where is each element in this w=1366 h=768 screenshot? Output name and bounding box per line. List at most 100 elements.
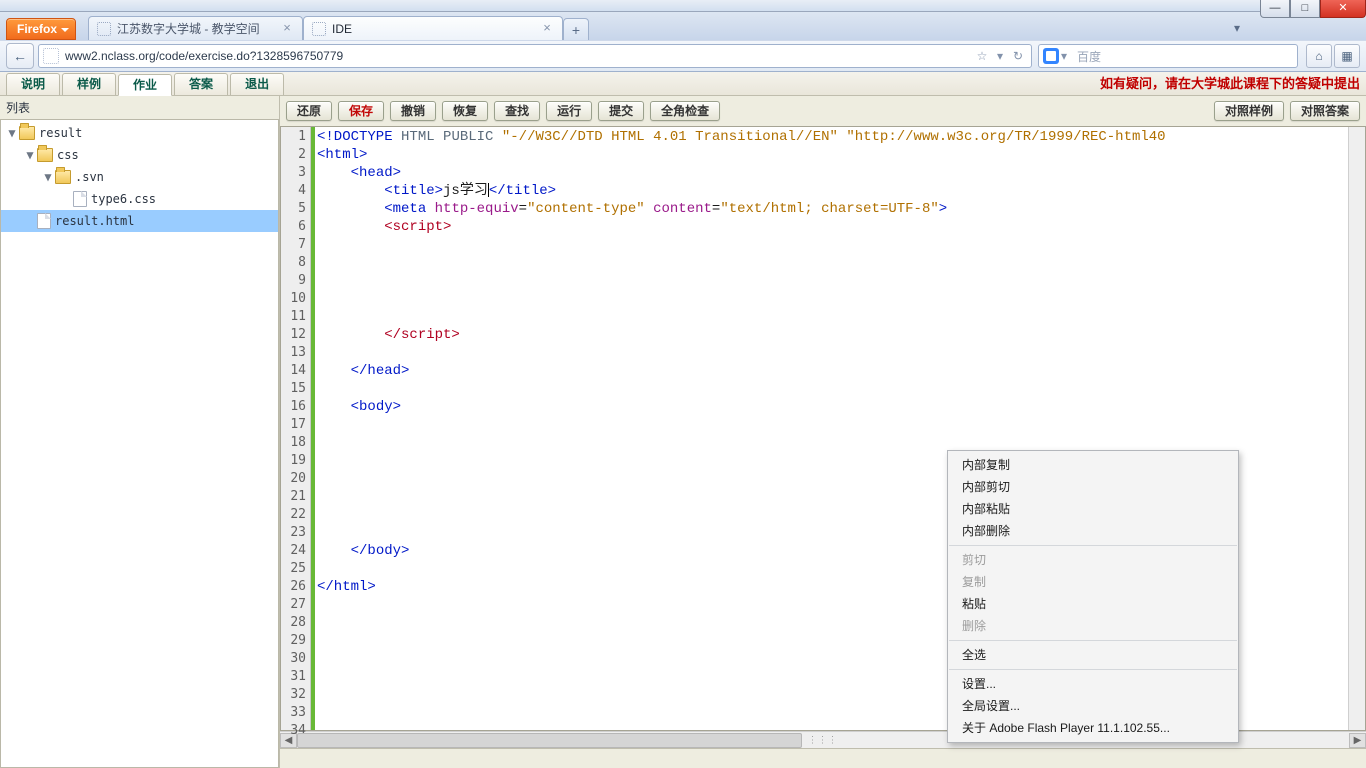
tree-file[interactable]: result.html: [1, 210, 278, 232]
window-minimize-button[interactable]: —: [1260, 0, 1290, 18]
toolbar-button[interactable]: 恢复: [442, 101, 488, 121]
tabs-overflow-button[interactable]: ▾: [1228, 19, 1246, 37]
browser-tab[interactable]: IDE ×: [303, 16, 563, 40]
status-bar: [280, 748, 1366, 768]
code-line[interactable]: </script>: [317, 326, 1348, 344]
toolbar-button[interactable]: 还原: [286, 101, 332, 121]
context-menu-item[interactable]: 内部删除: [948, 520, 1238, 542]
tree-twisty-icon[interactable]: ▼: [7, 126, 17, 140]
file-tree[interactable]: ▼ result ▼ css ▼.svn type6.css result.html: [0, 119, 279, 768]
page-tab[interactable]: 退出: [230, 73, 284, 95]
code-line[interactable]: [317, 416, 1348, 434]
code-line[interactable]: <script>: [317, 218, 1348, 236]
context-menu-item[interactable]: 内部复制: [948, 454, 1238, 476]
folder-icon: [37, 148, 53, 162]
bookmarks-button[interactable]: ▦: [1334, 44, 1360, 68]
search-engine-icon[interactable]: [1043, 48, 1059, 64]
toolbar-button[interactable]: 全角检查: [650, 101, 720, 121]
tree-label: type6.css: [91, 192, 156, 206]
tree-label: css: [57, 148, 79, 162]
code-line[interactable]: [317, 254, 1348, 272]
toolbar-button[interactable]: 提交: [598, 101, 644, 121]
code-line[interactable]: <title>js学习</title>: [317, 182, 1348, 200]
context-menu-item: 删除: [948, 615, 1238, 637]
context-menu-item: 复制: [948, 571, 1238, 593]
code-line[interactable]: <!DOCTYPE HTML PUBLIC "-//W3C//DTD HTML …: [317, 128, 1348, 146]
search-engine-dropdown-icon[interactable]: ▾: [1061, 49, 1073, 63]
search-box[interactable]: ▾ 百度: [1038, 44, 1298, 68]
context-menu-item: 剪切: [948, 549, 1238, 571]
url-dropdown-icon[interactable]: ▾: [991, 49, 1009, 63]
context-menu-item[interactable]: 内部粘贴: [948, 498, 1238, 520]
toolbar-button[interactable]: 保存: [338, 101, 384, 121]
address-bar[interactable]: www2.nclass.org/code/exercise.do?1328596…: [38, 44, 1032, 68]
browser-tab[interactable]: 江苏数字大学城 - 教学空间×: [88, 16, 303, 40]
code-line[interactable]: [317, 380, 1348, 398]
context-menu-item[interactable]: 关于 Adobe Flash Player 11.1.102.55...: [948, 717, 1238, 739]
folder-icon: [19, 126, 35, 140]
tree-label: result: [39, 126, 82, 140]
firefox-menu-button[interactable]: Firefox: [6, 18, 76, 40]
context-menu-item[interactable]: 设置...: [948, 673, 1238, 695]
tab-close-icon[interactable]: ×: [540, 22, 554, 36]
folder-icon: [55, 170, 71, 184]
code-line[interactable]: [317, 272, 1348, 290]
code-line[interactable]: <html>: [317, 146, 1348, 164]
toolbar-button[interactable]: 对照答案: [1290, 101, 1360, 121]
code-line[interactable]: <body>: [317, 398, 1348, 416]
bookmark-star-icon[interactable]: ☆: [973, 49, 991, 63]
code-line[interactable]: [317, 290, 1348, 308]
back-button[interactable]: ←: [6, 43, 34, 69]
tab-title: IDE: [332, 22, 352, 36]
toolbar-button[interactable]: 撤销: [390, 101, 436, 121]
code-line[interactable]: </head>: [317, 362, 1348, 380]
tree-twisty-icon[interactable]: ▼: [43, 170, 53, 184]
editor-gutter: 1234567891011121314151617181920212223242…: [281, 127, 311, 730]
home-button[interactable]: ⌂: [1306, 44, 1332, 68]
tab-close-icon[interactable]: ×: [280, 22, 294, 36]
context-menu-separator: [949, 669, 1237, 670]
editor-vertical-scrollbar[interactable]: [1348, 127, 1365, 730]
code-line[interactable]: <meta http-equiv="content-type" content=…: [317, 200, 1348, 218]
main-panel: 还原保存撤销恢复查找运行提交全角检查 对照样例对照答案 123456789101…: [280, 96, 1366, 768]
toolbar-button[interactable]: 对照样例: [1214, 101, 1284, 121]
tree-folder[interactable]: ▼ result: [1, 122, 278, 144]
scroll-thumb[interactable]: [297, 733, 802, 748]
reload-icon[interactable]: ↻: [1009, 49, 1027, 63]
toolbar-button[interactable]: 运行: [546, 101, 592, 121]
context-menu-item[interactable]: 全选: [948, 644, 1238, 666]
code-line[interactable]: [317, 344, 1348, 362]
page-tab[interactable]: 样例: [62, 73, 116, 95]
context-menu-item[interactable]: 内部剪切: [948, 476, 1238, 498]
tree-folder[interactable]: ▼ css: [1, 144, 278, 166]
file-icon: [37, 213, 51, 229]
os-titlebar: — □ ✕: [0, 0, 1366, 12]
tree-file[interactable]: type6.css: [1, 188, 278, 210]
tree-label: result.html: [55, 214, 134, 228]
page-tab[interactable]: 答案: [174, 73, 228, 95]
window-close-button[interactable]: ✕: [1320, 0, 1366, 18]
page-tab[interactable]: 作业: [118, 74, 172, 96]
workspace: 列表 ▼result▼css▼.svntype6.cssresult.html …: [0, 96, 1366, 768]
window-maximize-button[interactable]: □: [1290, 0, 1320, 18]
code-line[interactable]: [317, 308, 1348, 326]
site-favicon: [43, 48, 59, 64]
code-editor[interactable]: 1234567891011121314151617181920212223242…: [280, 126, 1366, 731]
context-menu-item[interactable]: 粘贴: [948, 593, 1238, 615]
code-line[interactable]: <head>: [317, 164, 1348, 182]
page-tab[interactable]: 说明: [6, 73, 60, 95]
url-text: www2.nclass.org/code/exercise.do?1328596…: [65, 49, 973, 63]
code-line[interactable]: [317, 236, 1348, 254]
sidebar-title: 列表: [0, 96, 279, 119]
toolbar-button[interactable]: 查找: [494, 101, 540, 121]
browser-tabs: 江苏数字大学城 - 教学空间× IDE ×: [88, 16, 563, 40]
context-menu[interactable]: 内部复制内部剪切内部粘贴内部删除剪切复制粘贴删除全选设置...全局设置...关于…: [947, 450, 1239, 743]
context-menu-item[interactable]: 全局设置...: [948, 695, 1238, 717]
tree-twisty-icon[interactable]: ▼: [25, 148, 35, 162]
new-tab-button[interactable]: +: [563, 18, 589, 40]
scroll-right-button[interactable]: ▶: [1349, 733, 1366, 748]
sidebar: 列表 ▼ result ▼ css ▼.svn type6.css result.html: [0, 96, 280, 768]
tree-folder[interactable]: ▼.svn: [1, 166, 278, 188]
tab-favicon: [312, 22, 326, 36]
file-icon: [73, 191, 87, 207]
